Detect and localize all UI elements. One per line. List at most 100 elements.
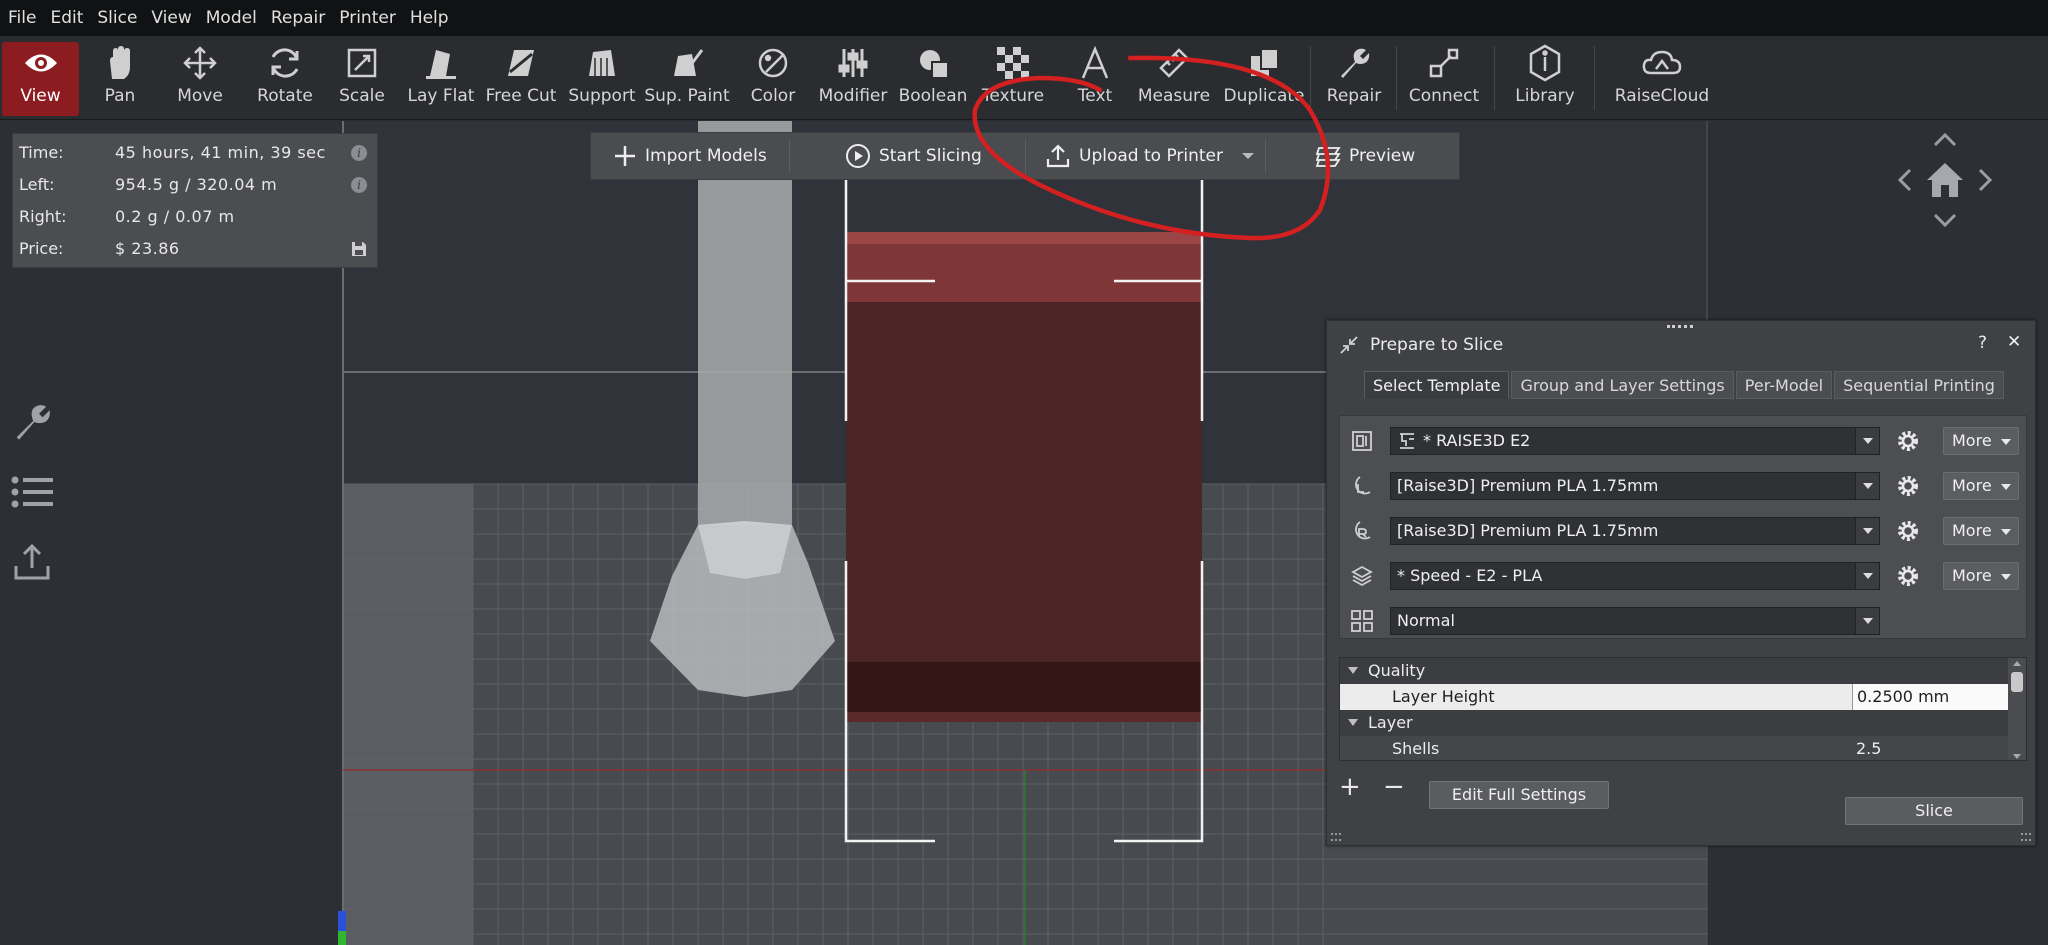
menu-edit[interactable]: Edit bbox=[50, 8, 83, 28]
more-label: More bbox=[1952, 521, 1992, 540]
tool-boolean-button[interactable]: Boolean bbox=[898, 42, 968, 116]
tool-pan-button[interactable]: Pan bbox=[92, 42, 148, 116]
left-material-select[interactable]: [Raise3D] Premium PLA 1.75mm bbox=[1390, 472, 1880, 500]
sidebar-export-button[interactable] bbox=[10, 540, 54, 584]
help-button[interactable]: ? bbox=[1978, 333, 1987, 353]
printer-select[interactable]: * RAISE3D E2 bbox=[1390, 427, 1880, 455]
tool-label: Sup. Paint bbox=[644, 86, 730, 106]
tool-modifier-button[interactable]: Modifier bbox=[818, 42, 888, 116]
tool-label: Repair bbox=[1326, 86, 1382, 106]
sidebar-list-button[interactable] bbox=[10, 470, 54, 514]
upload-to-printer-button[interactable]: Upload to Printer bbox=[1045, 133, 1223, 179]
import-models-button[interactable]: Import Models bbox=[613, 133, 767, 179]
shells-value[interactable]: 2.5 bbox=[1852, 736, 1881, 760]
info-icon[interactable]: i bbox=[351, 145, 367, 161]
profile-more-button[interactable]: More bbox=[1943, 562, 2019, 590]
tab-group-and-layer-settings[interactable]: Group and Layer Settings bbox=[1511, 371, 1734, 399]
setting-layer-height[interactable]: Layer Height 0.2500 mm bbox=[1340, 684, 2008, 710]
menu-file[interactable]: File bbox=[8, 8, 36, 28]
profile-value: * Speed - E2 - PLA bbox=[1397, 566, 1543, 585]
preview-button[interactable]: Preview bbox=[1315, 133, 1415, 179]
mode-select[interactable]: Normal bbox=[1390, 607, 1880, 635]
tool-view-button[interactable]: View bbox=[2, 42, 79, 116]
slice-button[interactable]: Slice bbox=[1845, 797, 2023, 825]
tool-layflat-button[interactable]: Lay Flat bbox=[408, 42, 474, 116]
resize-grip[interactable] bbox=[2021, 833, 2031, 841]
free-cut-icon bbox=[500, 42, 542, 84]
left-value: 954.5 g / 320.04 m bbox=[115, 175, 278, 194]
tool-scale-button[interactable]: Scale bbox=[338, 42, 386, 116]
home-icon[interactable] bbox=[1927, 163, 1963, 197]
menu-repair[interactable]: Repair bbox=[271, 8, 325, 28]
setting-label: Layer Height bbox=[1392, 687, 1495, 706]
tool-repair-button[interactable]: Repair bbox=[1326, 42, 1382, 116]
add-setting-button[interactable]: + bbox=[1339, 772, 1361, 802]
tool-support-button[interactable]: Support bbox=[568, 42, 636, 116]
tool-freecut-button[interactable]: Free Cut bbox=[486, 42, 556, 116]
tab-sequential-printing[interactable]: Sequential Printing bbox=[1834, 371, 2004, 399]
tool-text-button[interactable]: Text bbox=[1070, 42, 1120, 116]
price-label: Price: bbox=[19, 239, 64, 258]
tab-per-model[interactable]: Per-Model bbox=[1735, 371, 1833, 399]
tool-connect-button[interactable]: Connect bbox=[1408, 42, 1480, 116]
sidebar-tools-button[interactable] bbox=[10, 400, 54, 444]
nav-left-arrow[interactable] bbox=[1897, 168, 1912, 192]
tool-library-button[interactable]: Library bbox=[1512, 42, 1578, 116]
right-material-value: [Raise3D] Premium PLA 1.75mm bbox=[1397, 521, 1659, 540]
category-layer[interactable]: Layer bbox=[1340, 710, 2008, 736]
action-bar: Import Models Start Slicing Upload to Pr… bbox=[590, 132, 1460, 180]
save-icon[interactable] bbox=[351, 241, 367, 257]
tool-texture-button[interactable]: Texture bbox=[982, 42, 1044, 116]
start-slicing-button[interactable]: Start Slicing bbox=[845, 133, 982, 179]
toolbar-separator bbox=[1594, 46, 1595, 110]
menu-slice[interactable]: Slice bbox=[97, 8, 137, 28]
tool-suppaint-button[interactable]: Sup. Paint bbox=[644, 42, 730, 116]
right-material-select[interactable]: [Raise3D] Premium PLA 1.75mm bbox=[1390, 517, 1880, 545]
edit-full-settings-button[interactable]: Edit Full Settings bbox=[1429, 781, 1609, 809]
setting-shells[interactable]: Shells 2.5 bbox=[1340, 736, 2008, 760]
remove-setting-button[interactable]: − bbox=[1383, 772, 1405, 802]
chevron-down-icon bbox=[1855, 608, 1879, 634]
collapse-icon[interactable] bbox=[1339, 335, 1359, 355]
right-material-gear-icon[interactable] bbox=[1896, 519, 1920, 543]
tool-label: Support bbox=[568, 86, 636, 106]
menu-printer[interactable]: Printer bbox=[339, 8, 396, 28]
menu-help[interactable]: Help bbox=[410, 8, 449, 28]
menu-view[interactable]: View bbox=[151, 8, 191, 28]
connect-icon bbox=[1423, 42, 1465, 84]
tool-duplicate-button[interactable]: Duplicate bbox=[1224, 42, 1305, 116]
panel-drag-handle[interactable] bbox=[1667, 325, 1693, 329]
settings-scrollbar[interactable] bbox=[2008, 658, 2026, 760]
hand-icon bbox=[99, 42, 141, 84]
duplicate-icon bbox=[1243, 42, 1285, 84]
profile-gear-icon[interactable] bbox=[1896, 564, 1920, 588]
tool-color-button[interactable]: Color bbox=[748, 42, 798, 116]
nav-down-arrow[interactable] bbox=[1933, 213, 1957, 228]
info-icon[interactable]: i bbox=[351, 177, 367, 193]
upload-dropdown-button[interactable] bbox=[1241, 133, 1263, 179]
right-material-row: [Raise3D] Premium PLA 1.75mm More bbox=[1340, 514, 2028, 548]
tool-measure-button[interactable]: Measure bbox=[1138, 42, 1210, 116]
tab-select-template[interactable]: Select Template bbox=[1364, 371, 1510, 399]
printer-more-button[interactable]: More bbox=[1943, 427, 2019, 455]
right-material-more-button[interactable]: More bbox=[1943, 517, 2019, 545]
tool-move-button[interactable]: Move bbox=[170, 42, 230, 116]
profile-select[interactable]: * Speed - E2 - PLA bbox=[1390, 562, 1880, 590]
panel-tabs: Select Template Group and Layer Settings… bbox=[1364, 371, 2006, 399]
printer-settings-gear-icon[interactable] bbox=[1896, 429, 1920, 453]
tool-label: Connect bbox=[1408, 86, 1480, 106]
nav-right-arrow[interactable] bbox=[1978, 168, 1993, 192]
left-material-more-button[interactable]: More bbox=[1943, 472, 2019, 500]
tool-raisecloud-button[interactable]: RaiseCloud bbox=[1612, 42, 1712, 116]
resize-grip[interactable] bbox=[1331, 833, 1341, 841]
close-icon[interactable]: ✕ bbox=[2007, 332, 2021, 352]
category-quality[interactable]: Quality bbox=[1340, 658, 2008, 684]
layer-height-input[interactable]: 0.2500 mm bbox=[1852, 684, 2008, 710]
wrench-icon bbox=[16, 405, 50, 440]
left-material-gear-icon[interactable] bbox=[1896, 474, 1920, 498]
upload-icon bbox=[14, 543, 50, 580]
nav-up-arrow[interactable] bbox=[1933, 132, 1957, 147]
tool-rotate-button[interactable]: Rotate bbox=[252, 42, 318, 116]
more-label: More bbox=[1952, 476, 1992, 495]
menu-model[interactable]: Model bbox=[206, 8, 257, 28]
